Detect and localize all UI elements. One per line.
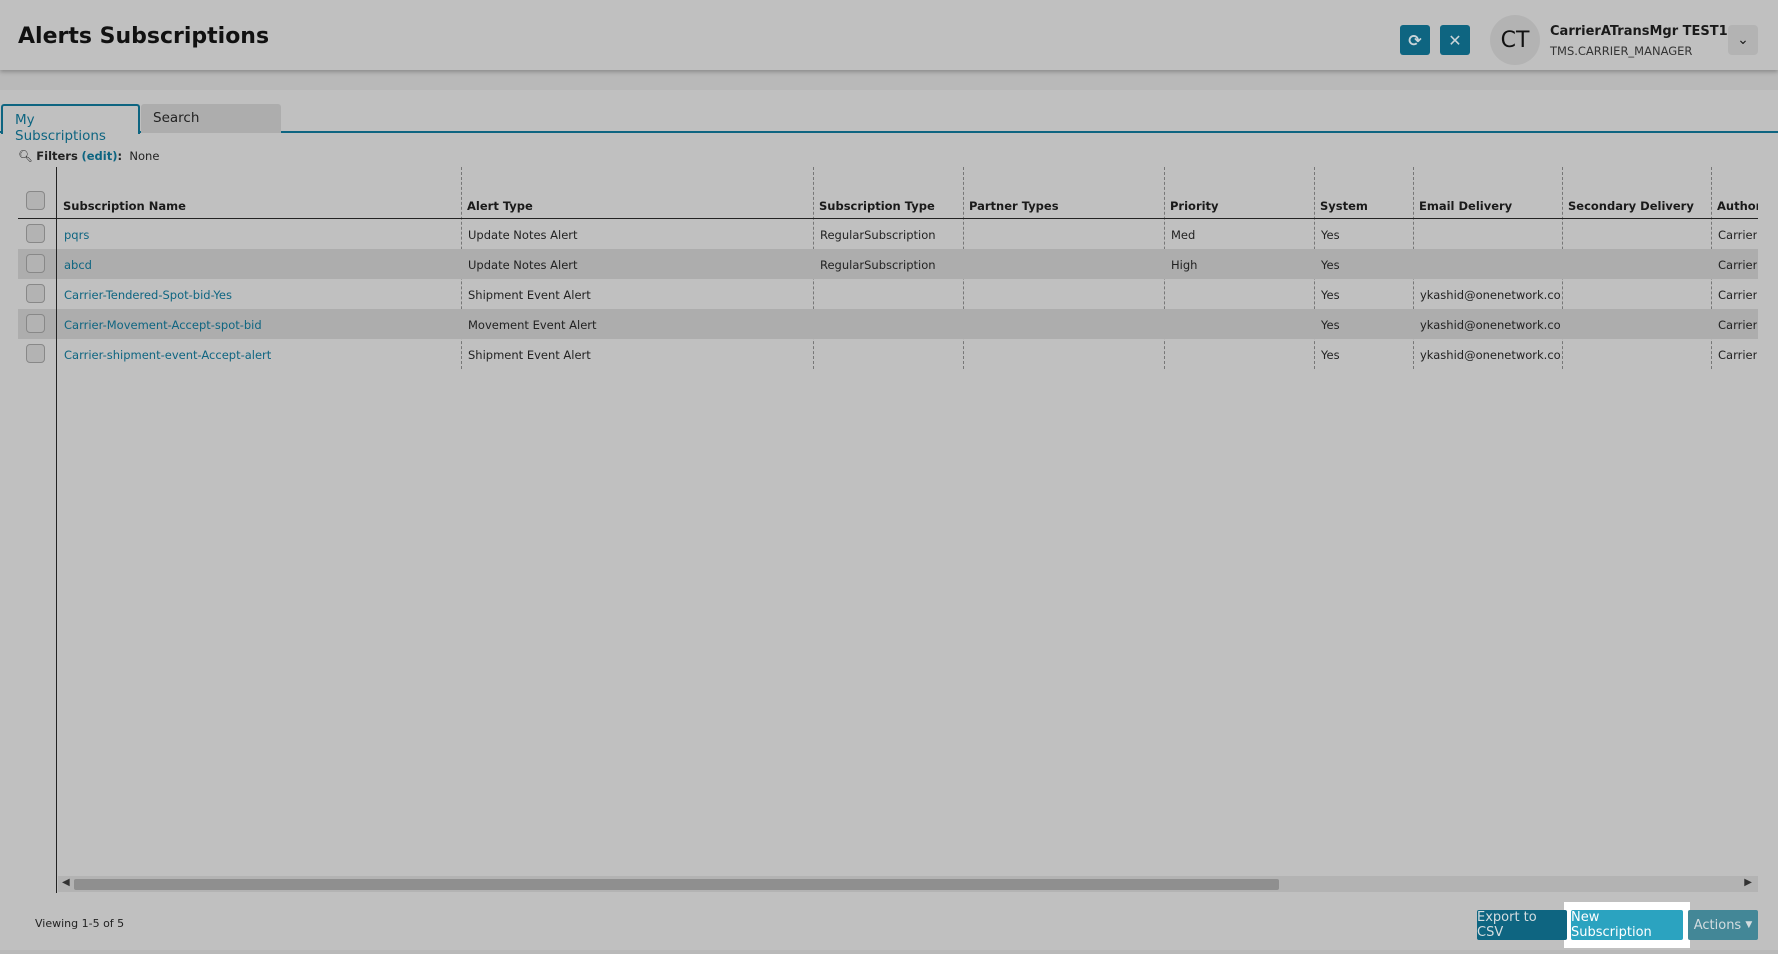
close-icon: ✕ — [1448, 30, 1462, 50]
subscriptions-table: Subscription Name Alert Type Subscription … — [18, 167, 1758, 369]
table-row: Carrier-shipment-event-Accept-alert Shipm… — [18, 339, 1758, 369]
table-cell: Yes — [1321, 258, 1340, 272]
column-divider — [56, 167, 57, 893]
pagination-info: Viewing 1-5 of 5 — [35, 917, 125, 930]
column-header[interactable]: Subscription Type — [819, 199, 935, 213]
actions-button[interactable]: Actions ▼ — [1688, 910, 1758, 940]
user-role: TMS.CARRIER_MANAGER — [1550, 44, 1693, 58]
column-header[interactable]: Author — [1717, 199, 1758, 213]
subscription-link[interactable]: abcd — [64, 258, 92, 272]
subscription-link[interactable]: Carrier-Tendered-Spot-bid-Yes — [64, 288, 232, 302]
chevron-down-icon: ⌄ — [1737, 32, 1749, 48]
column-header[interactable]: Alert Type — [467, 199, 533, 213]
table-cell: CarrierA — [1718, 348, 1757, 362]
close-button[interactable]: ✕ — [1440, 25, 1470, 55]
refresh-icon: ⟳ — [1408, 30, 1422, 50]
column-header[interactable]: System — [1320, 199, 1368, 213]
select-all-checkbox[interactable] — [26, 191, 45, 210]
column-header[interactable]: Priority — [1170, 199, 1219, 213]
row-checkbox[interactable] — [26, 254, 45, 273]
row-checkbox[interactable] — [26, 314, 45, 333]
caret-down-icon: ▼ — [1745, 920, 1753, 930]
column-header[interactable]: Partner Types — [969, 199, 1059, 213]
horizontal-scrollbar[interactable]: ◀ ▶ — [58, 876, 1758, 892]
table-cell: Yes — [1321, 348, 1340, 362]
actions-label: Actions — [1693, 917, 1742, 933]
table-cell: Med — [1171, 228, 1196, 242]
table-cell: ykashid@onenetwork.com — [1420, 288, 1561, 302]
table-cell: Update Notes Alert — [468, 258, 578, 272]
filters-label: Filters — [36, 149, 78, 163]
table-cell: Yes — [1321, 288, 1340, 302]
table-row: Carrier-Movement-Accept-spot-bid Movement… — [18, 309, 1758, 339]
top-bar: Alerts Subscriptions ⟳ ✕ CT CarrierATran… — [0, 0, 1778, 70]
row-checkbox[interactable] — [26, 284, 45, 303]
column-header[interactable]: Email Delivery — [1419, 199, 1512, 213]
row-checkbox[interactable] — [26, 344, 45, 363]
table-cell: RegularSubscription — [820, 228, 936, 242]
filters-bar: 🔍︎ Filters (edit): None — [18, 149, 159, 163]
avatar: CT — [1490, 15, 1540, 65]
table-cell: RegularSubscription — [820, 258, 936, 272]
table-cell: CarrierA — [1718, 318, 1757, 332]
table-cell: ykashid@onenetwork.com — [1420, 318, 1561, 332]
filters-edit-link[interactable]: (edit) — [81, 149, 117, 163]
table-cell: Update Notes Alert — [468, 228, 578, 242]
header-divider — [18, 218, 1758, 219]
table-cell: ykashid@onenetwork.com — [1420, 348, 1561, 362]
user-name: CarrierATransMgr TEST1 — [1550, 24, 1728, 39]
table-row: abcd Update Notes Alert RegularSubscriptio… — [18, 249, 1758, 279]
subscription-link[interactable]: Carrier-Movement-Accept-spot-bid — [64, 318, 262, 332]
tab-search[interactable]: Search — [141, 104, 281, 133]
refresh-button[interactable]: ⟳ — [1400, 25, 1430, 55]
column-header[interactable]: Subscription Name — [63, 199, 186, 213]
scroll-right-icon[interactable]: ▶ — [1744, 877, 1752, 888]
table-cell: CarrierA — [1718, 228, 1757, 242]
table-cell: High — [1171, 258, 1198, 272]
export-csv-button[interactable]: Export to CSV — [1477, 910, 1567, 940]
table-cell: CarrierA — [1718, 288, 1757, 302]
scrollbar-thumb[interactable] — [74, 879, 1279, 890]
table-cell: Shipment Event Alert — [468, 348, 591, 362]
table-cell: Yes — [1321, 318, 1340, 332]
table-cell: Yes — [1321, 228, 1340, 242]
new-subscription-button[interactable]: New Subscription — [1571, 910, 1683, 940]
filters-colon: : — [117, 149, 123, 163]
table-cell: Shipment Event Alert — [468, 288, 591, 302]
tab-my-subscriptions[interactable]: My Subscriptions — [1, 104, 140, 144]
search-icon: 🔍︎ — [18, 149, 33, 163]
scroll-left-icon[interactable]: ◀ — [62, 877, 70, 888]
page-title: Alerts Subscriptions — [18, 24, 270, 49]
table-cell: CarrierA — [1718, 258, 1757, 272]
column-header[interactable]: Secondary Delivery — [1568, 199, 1694, 213]
table-row: pqrs Update Notes Alert RegularSubscriptio… — [18, 219, 1758, 249]
filters-value: None — [129, 149, 160, 163]
table-cell: Movement Event Alert — [468, 318, 597, 332]
user-menu-button[interactable]: ⌄ — [1728, 25, 1758, 55]
row-checkbox[interactable] — [26, 224, 45, 243]
subscription-link[interactable]: Carrier-shipment-event-Accept-alert — [64, 348, 271, 362]
table-row: Carrier-Tendered-Spot-bid-Yes Shipment Ev… — [18, 279, 1758, 309]
subscription-link[interactable]: pqrs — [64, 228, 89, 242]
